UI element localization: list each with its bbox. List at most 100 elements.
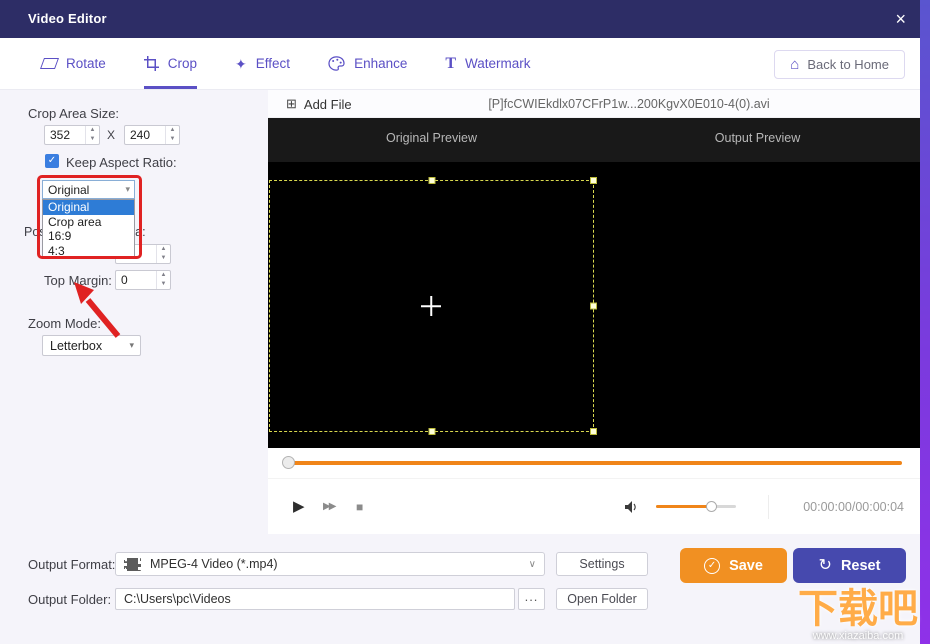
- aspect-ratio-value: Original: [48, 183, 89, 197]
- tab-effect[interactable]: ✦ Effect: [235, 38, 290, 89]
- site-watermark-text: 下载吧: [798, 589, 918, 629]
- tab-crop[interactable]: Crop: [144, 38, 197, 89]
- seek-handle[interactable]: [282, 456, 295, 469]
- output-format-label: Output Format:: [28, 557, 115, 572]
- tab-watermark-label: Watermark: [465, 56, 531, 71]
- left-margin-arrows[interactable]: ▲▼: [156, 245, 170, 263]
- crop-handle-right[interactable]: [590, 303, 597, 310]
- spin-up-icon[interactable]: ▲: [166, 126, 179, 135]
- close-icon[interactable]: ×: [895, 0, 906, 38]
- crop-handle-top-right[interactable]: [590, 177, 597, 184]
- tab-enhance[interactable]: Enhance: [328, 38, 407, 89]
- crop-center-cross: [421, 296, 441, 316]
- save-button[interactable]: ✓ Save: [680, 548, 787, 583]
- top-margin-arrows[interactable]: ▲▼: [156, 271, 170, 289]
- back-to-home-button[interactable]: ⌂ Back to Home: [774, 50, 905, 79]
- volume-fill: [656, 505, 711, 508]
- zoom-mode-dropdown[interactable]: Letterbox ▾: [42, 335, 141, 356]
- chevron-down-icon: ▾: [125, 184, 134, 195]
- site-watermark-url: www.xiazaiba.com: [798, 630, 918, 642]
- controls-divider: [768, 495, 769, 519]
- titlebar: Video Editor ×: [0, 0, 930, 38]
- tab-watermark[interactable]: T Watermark: [445, 38, 530, 89]
- reset-label: Reset: [841, 558, 881, 574]
- top-margin-spinner[interactable]: 0 ▲▼: [115, 270, 171, 290]
- volume-slider[interactable]: [656, 505, 736, 508]
- aspect-option-16-9[interactable]: 16:9: [43, 229, 134, 244]
- home-icon: ⌂: [790, 57, 799, 72]
- spin-up-icon[interactable]: ▲: [157, 271, 170, 280]
- crop-handle-bottom-right[interactable]: [590, 428, 597, 435]
- site-watermark: 下载吧 www.xiazaiba.com: [798, 589, 918, 642]
- volume-handle[interactable]: [706, 501, 717, 512]
- top-margin-label: Top Margin:: [44, 273, 112, 288]
- palette-icon: [328, 56, 345, 71]
- watermark-t-icon: T: [445, 56, 456, 72]
- tab-crop-label: Crop: [168, 56, 197, 71]
- chevron-down-icon: ▾: [129, 340, 140, 351]
- video-preview-area: Original Preview Output Preview: [268, 118, 920, 448]
- file-bar: ⊞ Add File [P]fcCWIEkdlx07CFrP1w...200Kg…: [268, 90, 920, 118]
- spin-down-icon[interactable]: ▼: [86, 135, 99, 144]
- spin-down-icon[interactable]: ▼: [157, 254, 170, 263]
- spin-up-icon[interactable]: ▲: [86, 126, 99, 135]
- window-edge-strip: [920, 0, 930, 644]
- crop-area-size-label: Crop Area Size:: [28, 106, 119, 121]
- tabbar: Rotate Crop ✦ Effect Enhance T: [0, 38, 930, 90]
- settings-button[interactable]: Settings: [556, 552, 648, 576]
- browse-folder-button[interactable]: ...: [518, 588, 545, 610]
- output-folder-label: Output Folder:: [28, 592, 111, 607]
- crop-width-value: 352: [45, 126, 85, 144]
- crop-height-arrows[interactable]: ▲▼: [165, 126, 179, 144]
- aspect-option-4-3[interactable]: 4:3: [43, 244, 134, 259]
- size-separator: X: [107, 128, 115, 142]
- mpeg-file-icon: [124, 558, 141, 571]
- spin-up-icon[interactable]: ▲: [157, 245, 170, 254]
- open-folder-button[interactable]: Open Folder: [556, 588, 648, 610]
- effect-icon: ✦: [235, 57, 247, 71]
- seek-track[interactable]: [288, 461, 902, 465]
- speaker-icon[interactable]: [624, 500, 640, 514]
- back-home-label: Back to Home: [807, 57, 889, 72]
- keep-aspect-checkbox[interactable]: ✓: [45, 154, 59, 168]
- tab-effect-label: Effect: [256, 56, 290, 71]
- crop-width-arrows[interactable]: ▲▼: [85, 126, 99, 144]
- aspect-option-original[interactable]: Original: [43, 200, 134, 215]
- crop-handle-bottom[interactable]: [428, 428, 435, 435]
- add-file-icon: ⊞: [286, 96, 297, 112]
- output-format-value: MPEG-4 Video (*.mp4): [150, 557, 278, 571]
- original-preview-label: Original Preview: [268, 131, 595, 145]
- aspect-ratio-option-list: Original Crop area 16:9 4:3: [42, 199, 135, 259]
- time-display: 00:00:00/00:00:04: [803, 479, 904, 535]
- seek-bar-row: [268, 448, 920, 478]
- spin-down-icon[interactable]: ▼: [157, 280, 170, 289]
- save-label: Save: [729, 558, 763, 574]
- add-file-button[interactable]: ⊞ Add File: [286, 90, 352, 118]
- add-file-label: Add File: [304, 97, 352, 112]
- rotate-icon: [40, 58, 59, 69]
- keep-aspect-label: Keep Aspect Ratio:: [66, 155, 177, 170]
- aspect-option-crop-area[interactable]: Crop area: [43, 215, 134, 230]
- crop-handle-top[interactable]: [428, 177, 435, 184]
- playback-controls: ▶ ▶▶ ■ 00:00:00/00:00:04: [268, 478, 920, 534]
- check-circle-icon: ✓: [704, 558, 720, 574]
- stop-button[interactable]: ■: [356, 479, 363, 535]
- zoom-mode-value: Letterbox: [50, 339, 102, 353]
- crop-icon: [144, 56, 159, 71]
- output-format-dropdown[interactable]: MPEG-4 Video (*.mp4) ∨: [115, 552, 545, 576]
- chevron-down-icon: ∨: [529, 559, 536, 570]
- zoom-mode-label: Zoom Mode:: [28, 316, 101, 331]
- crop-height-value: 240: [125, 126, 165, 144]
- crop-width-spinner[interactable]: 352 ▲▼: [44, 125, 100, 145]
- spin-down-icon[interactable]: ▼: [166, 135, 179, 144]
- aspect-ratio-dropdown[interactable]: Original ▾: [42, 180, 135, 199]
- output-folder-input[interactable]: C:\Users\pc\Videos: [115, 588, 515, 610]
- play-button[interactable]: ▶: [293, 479, 305, 535]
- reset-button[interactable]: ↻ Reset: [793, 548, 906, 583]
- tab-rotate-label: Rotate: [66, 56, 106, 71]
- crop-height-spinner[interactable]: 240 ▲▼: [124, 125, 180, 145]
- reset-icon: ↻: [819, 558, 832, 574]
- tab-rotate[interactable]: Rotate: [42, 38, 106, 89]
- fast-forward-button[interactable]: ▶▶: [323, 479, 334, 535]
- tab-enhance-label: Enhance: [354, 56, 407, 71]
